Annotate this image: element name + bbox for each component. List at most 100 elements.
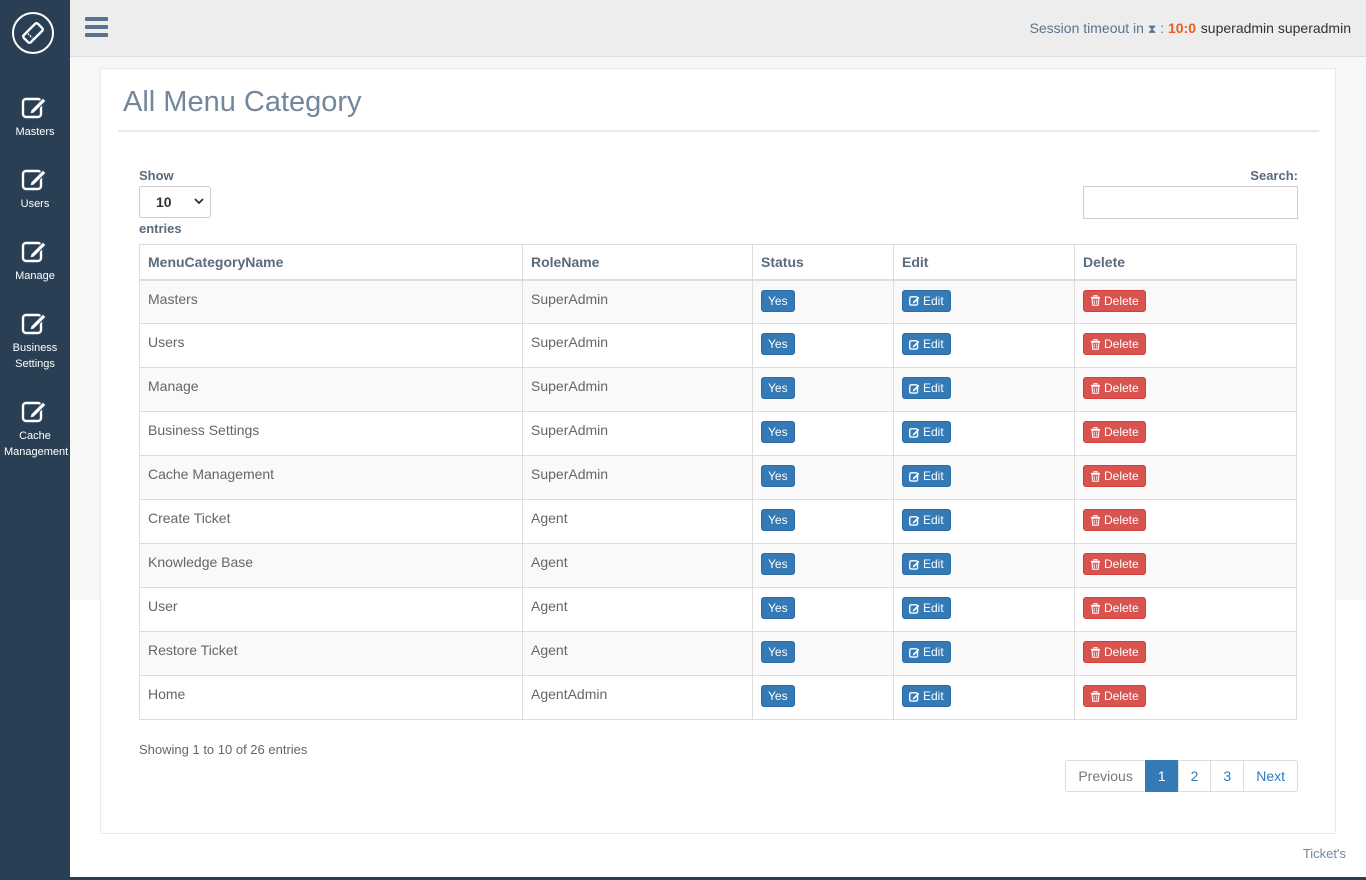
delete-button[interactable]: Delete [1083, 553, 1146, 575]
cell-role-name: SuperAdmin [522, 367, 753, 412]
delete-button[interactable]: Delete [1083, 685, 1146, 707]
status-yes-button[interactable]: Yes [761, 685, 795, 707]
status-label: Yes [768, 381, 788, 395]
cell-status: Yes [752, 455, 894, 500]
delete-button[interactable]: Delete [1083, 289, 1146, 312]
delete-label: Delete [1104, 601, 1139, 615]
cell-edit: Edit [893, 367, 1075, 412]
status-yes-button[interactable]: Yes [761, 377, 795, 399]
trash-icon [1090, 558, 1101, 570]
edit-button[interactable]: Edit [902, 333, 951, 355]
ticket-logo-icon[interactable] [12, 12, 54, 54]
column-header-rolename[interactable]: RoleName [522, 244, 753, 281]
delete-button[interactable]: Delete [1083, 597, 1146, 619]
edit-icon [21, 169, 47, 191]
cell-menu-category-name: User [139, 587, 523, 632]
cell-status: Yes [752, 543, 894, 588]
sidebar-item-label: Users [20, 198, 50, 210]
edit-button[interactable]: Edit [902, 421, 951, 443]
status-label: Yes [768, 557, 788, 571]
pagination-previous[interactable]: Previous [1065, 760, 1146, 792]
status-label: Yes [768, 645, 788, 659]
status-label: Yes [768, 513, 788, 527]
edit-label: Edit [923, 645, 944, 659]
page-length-select[interactable]: 10 [139, 186, 211, 218]
table-row: User Agent Yes Edit Delete [139, 587, 1297, 632]
edit-icon [909, 559, 920, 570]
table-info: Showing 1 to 10 of 26 entries [139, 742, 308, 757]
status-yes-button[interactable]: Yes [761, 421, 795, 443]
sidebar-item-business-settings[interactable]: Business Settings [0, 310, 70, 372]
edit-icon [909, 427, 920, 438]
pagination-page-1[interactable]: 1 [1144, 760, 1179, 792]
cell-status: Yes [752, 631, 894, 676]
entries-label: entries [139, 221, 182, 236]
edit-button[interactable]: Edit [902, 465, 951, 487]
trash-icon [1090, 295, 1101, 306]
edit-button[interactable]: Edit [902, 597, 951, 619]
delete-label: Delete [1104, 557, 1139, 571]
edit-button[interactable]: Edit [902, 641, 951, 663]
delete-label: Delete [1104, 645, 1139, 659]
cell-status: Yes [752, 367, 894, 412]
edit-icon [909, 383, 920, 394]
pagination-page-2[interactable]: 2 [1177, 760, 1212, 792]
delete-button[interactable]: Delete [1083, 465, 1146, 487]
cell-delete: Delete [1074, 499, 1297, 544]
edit-icon [909, 515, 920, 526]
delete-button[interactable]: Delete [1083, 333, 1146, 355]
status-label: Yes [768, 469, 788, 483]
search-input[interactable] [1083, 186, 1298, 219]
cell-delete: Delete [1074, 587, 1297, 632]
trash-icon [1090, 690, 1101, 702]
sidebar-item-manage[interactable]: Manage [0, 238, 70, 284]
pagination-next[interactable]: Next [1243, 760, 1298, 792]
status-yes-button[interactable]: Yes [761, 465, 795, 487]
pagination-page-3[interactable]: 3 [1210, 760, 1245, 792]
table-row: Business Settings SuperAdmin Yes Edit Delete [139, 411, 1297, 456]
cell-status: Yes [752, 587, 894, 632]
cell-menu-category-name: Create Ticket [139, 499, 523, 544]
delete-label: Delete [1104, 425, 1139, 439]
cell-status: Yes [752, 411, 894, 456]
user-menu[interactable]: superadmin superadmin [1201, 20, 1351, 36]
edit-button[interactable]: Edit [902, 509, 951, 531]
status-label: Yes [768, 601, 788, 615]
status-yes-button[interactable]: Yes [761, 641, 795, 663]
status-yes-button[interactable]: Yes [761, 333, 795, 355]
table-body: Masters SuperAdmin Yes Edit Delete Users Super… [139, 279, 1297, 720]
cell-edit: Edit [893, 543, 1075, 588]
column-header-menucategoryname[interactable]: MenuCategoryName [139, 244, 523, 281]
sidebar-item-masters[interactable]: Masters [0, 94, 70, 140]
sidebar: Masters Users Manage Business Settings C… [0, 0, 70, 880]
column-header-delete[interactable]: Delete [1074, 244, 1297, 281]
column-header-edit[interactable]: Edit [893, 244, 1075, 281]
delete-button[interactable]: Delete [1083, 509, 1146, 531]
cell-menu-category-name: Users [139, 323, 523, 368]
sidebar-item-cache-management[interactable]: Cache Management [0, 398, 70, 460]
table-row: Manage SuperAdmin Yes Edit Delete [139, 367, 1297, 412]
cell-role-name: Agent [522, 543, 753, 588]
delete-button[interactable]: Delete [1083, 377, 1146, 399]
edit-button[interactable]: Edit [902, 289, 951, 312]
session-separator: : [1160, 20, 1165, 36]
column-header-status[interactable]: Status [752, 244, 894, 281]
cell-menu-category-name: Home [139, 675, 523, 720]
table-row: Restore Ticket Agent Yes Edit Delete [139, 631, 1297, 676]
cell-edit: Edit [893, 675, 1075, 720]
title-divider [118, 130, 1319, 132]
status-yes-button[interactable]: Yes [761, 597, 795, 619]
edit-button[interactable]: Edit [902, 377, 951, 399]
cell-status: Yes [752, 675, 894, 720]
edit-button[interactable]: Edit [902, 553, 951, 575]
status-yes-button[interactable]: Yes [761, 509, 795, 531]
menu-toggle-icon[interactable] [85, 17, 108, 38]
cell-role-name: SuperAdmin [522, 411, 753, 456]
delete-button[interactable]: Delete [1083, 641, 1146, 663]
sidebar-item-users[interactable]: Users [0, 166, 70, 212]
delete-button[interactable]: Delete [1083, 421, 1146, 443]
status-yes-button[interactable]: Yes [761, 289, 795, 312]
edit-button[interactable]: Edit [902, 685, 951, 707]
sidebar-item-label: Masters [15, 126, 55, 138]
status-yes-button[interactable]: Yes [761, 553, 795, 575]
